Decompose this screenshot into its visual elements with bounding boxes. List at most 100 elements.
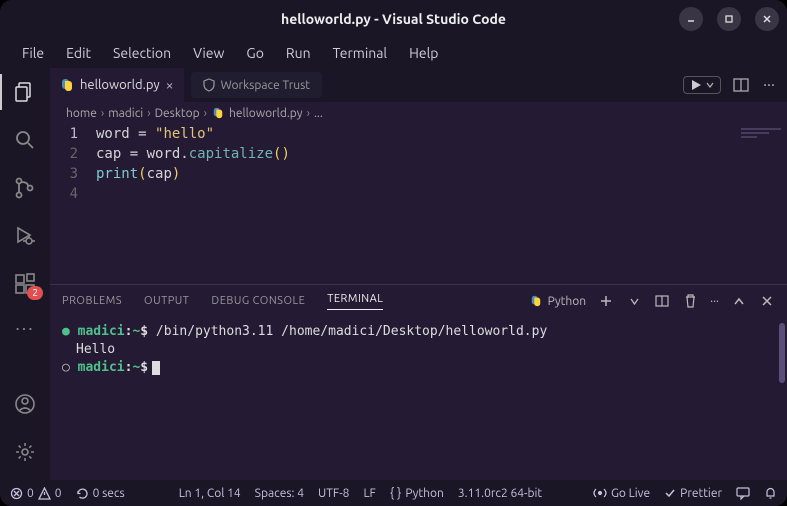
window-controls xyxy=(679,7,779,31)
terminal-content[interactable]: ● madici:~$ /bin/python3.11 /home/madici… xyxy=(50,317,787,480)
python-file-icon xyxy=(212,107,224,119)
menu-file[interactable]: File xyxy=(12,41,54,65)
crumb-home[interactable]: home xyxy=(66,107,97,120)
terminal-scrollbar[interactable] xyxy=(779,323,785,383)
minimap[interactable] xyxy=(741,128,781,142)
activity-overflow-icon[interactable]: ··· xyxy=(15,318,34,338)
line-number: 1 xyxy=(50,124,78,144)
chevron-down-icon xyxy=(706,81,714,89)
account-icon[interactable] xyxy=(11,390,39,418)
explorer-icon[interactable] xyxy=(11,78,39,106)
status-problems[interactable]: 0 0 xyxy=(10,487,62,500)
close-button[interactable] xyxy=(755,7,779,31)
main-area: 2 ··· helloworld.py × xyxy=(0,68,787,480)
menu-run[interactable]: Run xyxy=(276,41,321,65)
new-terminal-icon[interactable] xyxy=(598,293,614,309)
status-time[interactable]: 0 secs xyxy=(76,487,125,500)
menubar: File Edit Selection View Go Run Terminal… xyxy=(0,38,787,68)
panel-tab-problems[interactable]: PROBLEMS xyxy=(62,295,122,307)
line-number: 2 xyxy=(50,144,78,164)
vscode-window: helloworld.py - Visual Studio Code File … xyxy=(0,0,787,506)
broadcast-icon xyxy=(593,486,607,500)
panel-tab-output[interactable]: OUTPUT xyxy=(144,295,189,307)
crumb-symbol[interactable]: ... xyxy=(314,107,323,120)
close-panel-icon[interactable] xyxy=(759,293,775,309)
settings-gear-icon[interactable] xyxy=(11,438,39,466)
editor-group: helloworld.py × Workspace Trust ··· xyxy=(50,68,787,480)
editor-actions: ··· xyxy=(683,68,787,102)
terminal-shell-selector[interactable]: Python xyxy=(529,294,587,308)
status-prettier[interactable]: Prettier xyxy=(664,487,722,500)
menu-edit[interactable]: Edit xyxy=(56,41,101,65)
braces-icon: { } xyxy=(390,486,401,500)
terminal-output: Hello xyxy=(62,341,775,359)
code-editor[interactable]: 1 2 3 4 word = "hello" cap = word.capita… xyxy=(50,124,787,284)
breadcrumb: home › madici › Desktop › helloworld.py … xyxy=(50,102,787,124)
line-number-gutter: 1 2 3 4 xyxy=(50,124,96,284)
window-title: helloworld.py - Visual Studio Code xyxy=(281,11,506,27)
terminal-cursor xyxy=(152,361,160,375)
extensions-icon[interactable]: 2 xyxy=(11,270,39,298)
status-interpreter[interactable]: 3.11.0rc2 64-bit xyxy=(458,487,542,500)
menu-view[interactable]: View xyxy=(183,41,234,65)
terminal-command: /bin/python3.11 /home/madici/Desktop/hel… xyxy=(148,324,547,339)
source-control-icon[interactable] xyxy=(11,174,39,202)
chevron-right-icon: › xyxy=(101,107,104,120)
chevron-down-icon[interactable] xyxy=(626,293,642,309)
menu-help[interactable]: Help xyxy=(399,41,448,65)
panel-tabs: PROBLEMS OUTPUT DEBUG CONSOLE TERMINAL P… xyxy=(50,285,787,317)
shell-label: Python xyxy=(548,295,587,308)
tabs-row: helloworld.py × Workspace Trust ··· xyxy=(50,68,787,102)
chevron-right-icon: › xyxy=(147,107,150,120)
line-number: 3 xyxy=(50,164,78,184)
crumb-user[interactable]: madici xyxy=(108,107,143,120)
code-content[interactable]: word = "hello" cap = word.capitalize() p… xyxy=(96,124,290,284)
python-icon xyxy=(530,295,542,307)
status-cursor-position[interactable]: Ln 1, Col 14 xyxy=(179,487,241,500)
panel: PROBLEMS OUTPUT DEBUG CONSOLE TERMINAL P… xyxy=(50,284,787,480)
chevron-right-icon: › xyxy=(204,107,207,120)
menu-selection[interactable]: Selection xyxy=(103,41,181,65)
crumb-file[interactable]: helloworld.py xyxy=(229,107,303,120)
history-icon xyxy=(76,487,89,500)
python-file-icon xyxy=(60,78,74,92)
menu-terminal[interactable]: Terminal xyxy=(323,41,398,65)
panel-more-icon[interactable]: ··· xyxy=(710,295,719,308)
status-language[interactable]: { } Python xyxy=(390,486,444,500)
tab-close-icon[interactable]: × xyxy=(166,77,174,93)
status-encoding[interactable]: UTF-8 xyxy=(318,487,349,500)
panel-tab-debug[interactable]: DEBUG CONSOLE xyxy=(211,295,305,307)
split-terminal-icon[interactable] xyxy=(654,293,670,309)
extensions-badge: 2 xyxy=(27,286,43,300)
titlebar: helloworld.py - Visual Studio Code xyxy=(0,0,787,38)
check-icon xyxy=(664,487,676,499)
search-icon[interactable] xyxy=(11,126,39,154)
panel-actions: Python ··· xyxy=(529,293,775,309)
run-file-button[interactable] xyxy=(683,76,721,94)
maximize-button[interactable] xyxy=(717,7,741,31)
minimize-button[interactable] xyxy=(679,7,703,31)
prompt-indicator-icon: ● xyxy=(62,324,70,339)
status-bar: 0 0 0 secs Ln 1, Col 14 Spaces: 4 UTF-8 … xyxy=(0,480,787,506)
chevron-right-icon: › xyxy=(307,107,310,120)
panel-tab-terminal[interactable]: TERMINAL xyxy=(327,293,383,310)
kill-terminal-icon[interactable] xyxy=(682,293,698,309)
workspace-trust-pill[interactable]: Workspace Trust xyxy=(191,72,322,98)
tab-helloworld[interactable]: helloworld.py × xyxy=(50,68,185,102)
prompt-indicator-icon: ○ xyxy=(62,360,70,375)
run-debug-icon[interactable] xyxy=(11,222,39,250)
activity-bar: 2 ··· xyxy=(0,68,50,480)
more-actions-icon[interactable]: ··· xyxy=(761,77,777,93)
split-editor-icon[interactable] xyxy=(733,77,749,93)
status-indentation[interactable]: Spaces: 4 xyxy=(255,487,304,500)
status-notifications-icon[interactable] xyxy=(764,486,777,500)
line-number: 4 xyxy=(50,184,78,204)
menu-go[interactable]: Go xyxy=(236,41,273,65)
status-eol[interactable]: LF xyxy=(363,487,375,500)
workspace-trust-label: Workspace Trust xyxy=(221,79,310,92)
shield-icon xyxy=(203,78,215,92)
maximize-panel-icon[interactable] xyxy=(731,293,747,309)
crumb-desktop[interactable]: Desktop xyxy=(155,107,200,120)
status-feedback-icon[interactable] xyxy=(736,486,750,500)
status-go-live[interactable]: Go Live xyxy=(593,486,650,500)
